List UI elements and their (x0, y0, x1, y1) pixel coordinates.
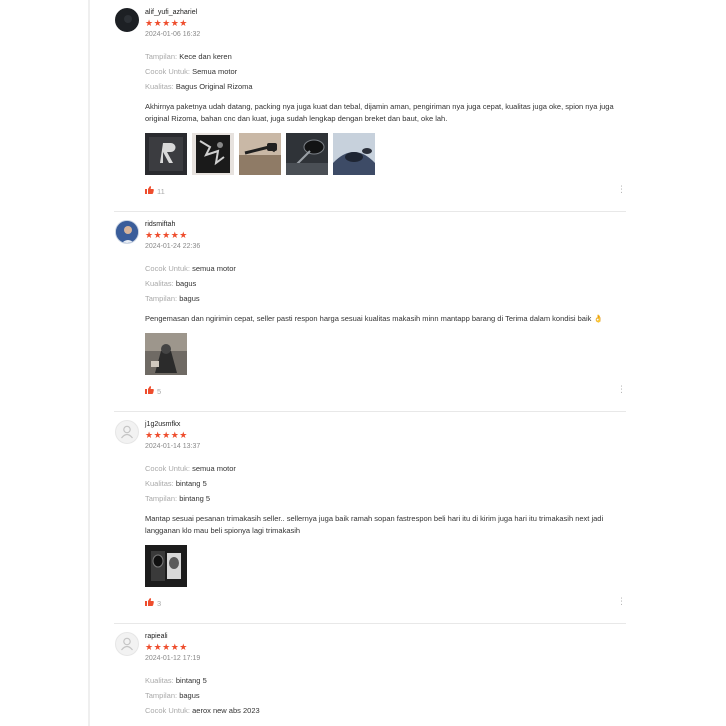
attribute-value: bintang 5 (175, 479, 207, 488)
like-button[interactable]: 3 (145, 598, 161, 608)
attribute-row: Kualitas: bintang 5 (145, 673, 626, 688)
review-footer: 5 ⋮ (145, 375, 626, 411)
avatar[interactable] (115, 220, 139, 244)
review-media (145, 133, 626, 175)
attribute-row: Tampilan: Kece dan keren (145, 49, 626, 64)
default-user-icon (116, 633, 138, 655)
like-count: 11 (157, 186, 165, 196)
attribute-label: Kualitas: (145, 479, 174, 488)
review-photo[interactable] (145, 133, 187, 175)
review-comment: Mantap sesuai pesanan trimakasih seller.… (145, 514, 604, 535)
attribute-row: Cocok Untuk: aerox new abs 2023 (145, 703, 626, 718)
attribute-value: semua motor (192, 464, 236, 473)
attribute-value: Bagus Original Rizoma (175, 82, 253, 91)
more-options-icon[interactable]: ⋮ (617, 385, 626, 394)
attribute-label: Kualitas: (145, 82, 174, 91)
attribute-value: Semua motor (192, 67, 238, 76)
attribute-label: Cocok Untuk: (145, 464, 191, 473)
attribute-label: Cocok Untuk: (145, 67, 191, 76)
attribute-row: Cocok Untuk: semua motor (145, 461, 626, 476)
like-button[interactable]: 5 (145, 386, 161, 396)
attribute-label: Kualitas: (145, 676, 174, 685)
review-item: ridsmiftah ★★★★★ 2024-01-24 22:36 Cocok … (114, 212, 626, 412)
rating-stars: ★★★★★ (145, 642, 188, 652)
attribute-value: bagus (179, 691, 200, 700)
attribute-row: Kualitas: Bagus Original Rizoma (145, 79, 626, 94)
review-attributes: Cocok Untuk: semua motor Kualitas: binta… (145, 461, 626, 506)
review-comment: Akhirnya paketnya udah datang, packing n… (145, 102, 614, 123)
attribute-label: Tampilan: (145, 52, 178, 61)
thumbs-up-icon (145, 186, 154, 196)
review-photo[interactable] (333, 133, 375, 175)
review-photo[interactable] (239, 133, 281, 175)
review-date: 2024-01-24 22:36 (145, 243, 201, 250)
attribute-value: bintang 5 (179, 494, 211, 503)
avatar[interactable] (115, 420, 139, 444)
review-photo[interactable] (145, 545, 187, 587)
more-options-icon[interactable]: ⋮ (617, 185, 626, 194)
review-date: 2024-01-14 13:37 (145, 443, 201, 450)
default-user-icon (116, 421, 138, 443)
review-attributes: Tampilan: Kece dan keren Cocok Untuk: Se… (145, 49, 626, 94)
attribute-row: Cocok Untuk: Semua motor (145, 64, 626, 79)
attribute-value: bagus (175, 279, 197, 288)
review-item: j1g2usmfkx ★★★★★ 2024-01-14 13:37 Cocok … (114, 412, 626, 624)
review-attributes: Cocok Untuk: semua motor Kualitas: bagus… (145, 261, 626, 306)
attribute-label: Tampilan: (145, 494, 178, 503)
like-button[interactable]: 11 (145, 186, 165, 196)
review-date: 2024-01-12 17:19 (145, 655, 201, 662)
attribute-value: aerox new abs 2023 (192, 706, 260, 715)
review-footer: 3 ⋮ (145, 587, 626, 623)
review-list: alif_yufi_azhariel ★★★★★ 2024-01-06 16:3… (114, 0, 626, 718)
attribute-row: Tampilan: bagus (145, 291, 626, 306)
review-date: 2024-01-06 16:32 (145, 31, 201, 38)
attribute-row: Kualitas: bintang 5 (145, 476, 626, 491)
review-item: rapieali ★★★★★ 2024-01-12 17:19 Kualitas… (114, 624, 626, 718)
username[interactable]: ridsmiftah (145, 220, 626, 230)
attribute-row: Tampilan: bagus (145, 688, 626, 703)
attribute-value: bintang 5 (175, 676, 207, 685)
attribute-label: Cocok Untuk: (145, 706, 191, 715)
username[interactable]: j1g2usmfkx (145, 420, 626, 430)
username[interactable]: rapieali (145, 632, 626, 642)
attribute-label: Tampilan: (145, 294, 178, 303)
attribute-row: Kualitas: bagus (145, 276, 626, 291)
like-count: 3 (157, 598, 162, 608)
attribute-value: bagus (179, 294, 200, 303)
username[interactable]: alif_yufi_azhariel (145, 8, 626, 18)
attribute-label: Kualitas: (145, 279, 174, 288)
review-media (145, 333, 626, 375)
like-count: 5 (157, 386, 162, 396)
attribute-label: Cocok Untuk: (145, 264, 191, 273)
review-comment: Pengemasan dan ngirimin cepat, seller pa… (145, 314, 603, 323)
attribute-row: Tampilan: bintang 5 (145, 491, 626, 506)
review-media (145, 545, 626, 587)
thumbs-up-icon (145, 386, 154, 396)
review-item: alif_yufi_azhariel ★★★★★ 2024-01-06 16:3… (114, 0, 626, 212)
avatar[interactable] (115, 632, 139, 656)
rating-stars: ★★★★★ (145, 430, 188, 440)
attribute-value: semua motor (192, 264, 236, 273)
review-photo[interactable] (286, 133, 328, 175)
left-divider (88, 0, 90, 726)
attribute-label: Tampilan: (145, 691, 178, 700)
rating-stars: ★★★★★ (145, 18, 188, 28)
more-options-icon[interactable]: ⋮ (617, 597, 626, 606)
rating-stars: ★★★★★ (145, 230, 188, 240)
review-photo[interactable] (145, 333, 187, 375)
review-attributes: Kualitas: bintang 5 Tampilan: bagus Coco… (145, 673, 626, 718)
review-footer: 11 ⋮ (145, 175, 626, 211)
thumbs-up-icon (145, 598, 154, 608)
review-photo[interactable] (192, 133, 234, 175)
attribute-value: Kece dan keren (179, 52, 232, 61)
attribute-row: Cocok Untuk: semua motor (145, 261, 626, 276)
avatar[interactable] (115, 8, 139, 32)
